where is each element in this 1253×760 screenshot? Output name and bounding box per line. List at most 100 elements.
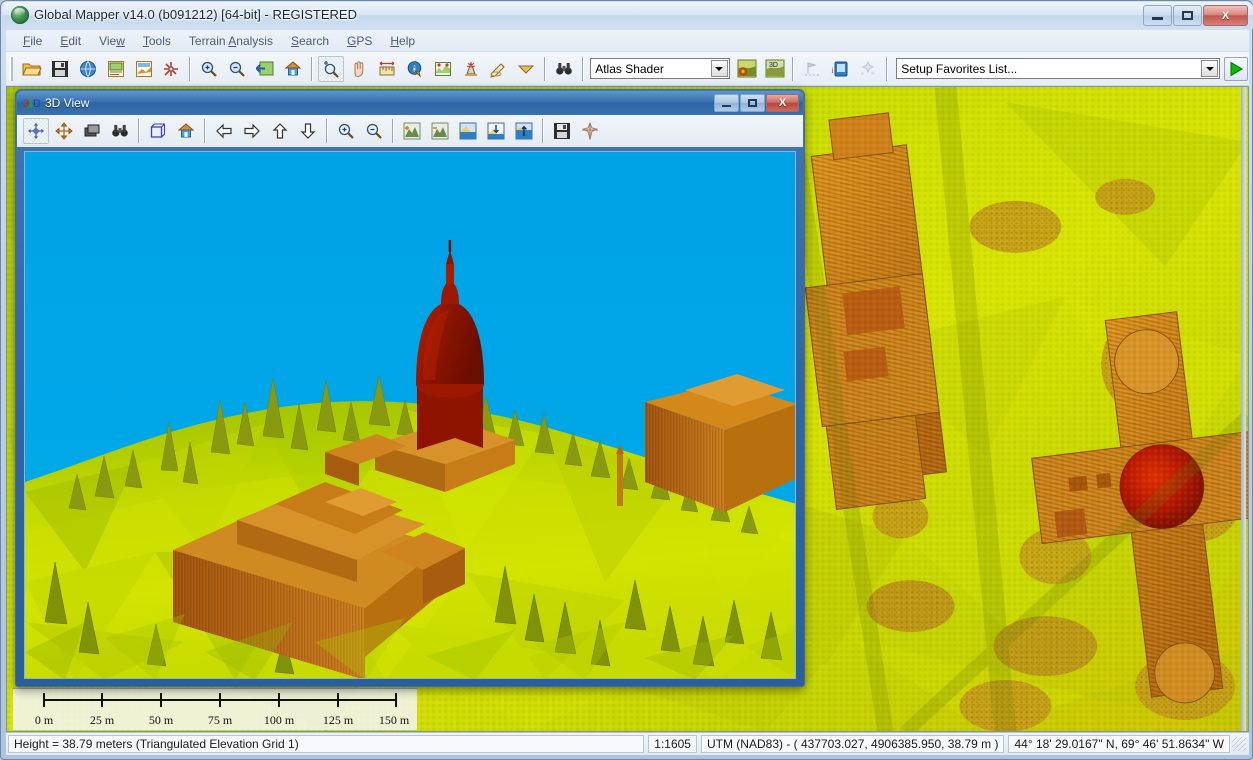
toolbar-separator xyxy=(544,57,546,81)
favorites-combo-value: Setup Favorites List... xyxy=(897,62,1017,76)
zoom-in-icon[interactable] xyxy=(333,118,359,144)
3d-view-toolbar xyxy=(17,115,803,147)
status-projection: UTM (NAD83) - ( 437703.027, 4906385.950,… xyxy=(701,735,1005,753)
shader-combo-value: Atlas Shader xyxy=(591,62,664,76)
close-button[interactable]: X xyxy=(1203,5,1248,26)
decrease-exaggeration-icon[interactable] xyxy=(427,118,453,144)
feature-info-icon[interactable] xyxy=(402,56,428,82)
save-workspace-icon[interactable] xyxy=(47,56,73,82)
menu-help[interactable]: Help xyxy=(381,32,424,50)
home-view-icon[interactable] xyxy=(173,118,199,144)
3d-view-icon[interactable]: 3D xyxy=(762,56,788,82)
menu-search[interactable]: Search xyxy=(282,32,338,50)
arrow-down-icon[interactable] xyxy=(295,118,321,144)
coverage-icon[interactable] xyxy=(513,56,539,82)
zoom-out-icon[interactable] xyxy=(361,118,387,144)
binoculars-icon[interactable] xyxy=(107,118,133,144)
zoom-in-icon[interactable] xyxy=(196,56,222,82)
toolbar-separator xyxy=(311,57,313,81)
menu-edit[interactable]: Edit xyxy=(51,32,90,50)
status-scale: 1:1605 xyxy=(648,735,697,753)
arrow-left-icon[interactable] xyxy=(211,118,237,144)
open-file-icon[interactable] xyxy=(19,56,45,82)
chevron-down-icon[interactable] xyxy=(711,60,728,77)
shader-combo[interactable]: Atlas Shader xyxy=(590,58,729,79)
3d-view-icon: 3 D xyxy=(23,95,40,111)
window-controls: X xyxy=(1143,5,1248,26)
fly-through-icon[interactable] xyxy=(577,118,603,144)
shader-options-icon[interactable] xyxy=(734,56,760,82)
scale-label-125: 125 m xyxy=(323,713,353,728)
raise-water-icon[interactable] xyxy=(511,118,537,144)
title-bar: Global Mapper v14.0 (b091212) [64-bit] -… xyxy=(2,2,1253,29)
resize-grip[interactable] xyxy=(1232,737,1246,751)
favorites-combo[interactable]: Setup Favorites List... xyxy=(896,58,1220,79)
map-scale-bar: 0 m 25 m 50 m 75 m 100 m 125 m 150 m xyxy=(13,688,417,730)
toolbar-separator xyxy=(542,119,544,143)
online-sources-icon[interactable] xyxy=(75,56,101,82)
3d-view-window: 3 D 3D View X xyxy=(15,89,805,687)
menu-view[interactable]: View xyxy=(90,32,134,50)
run-favorite-button[interactable] xyxy=(1224,57,1248,81)
arrow-right-icon[interactable] xyxy=(239,118,265,144)
menu-tools[interactable]: Tools xyxy=(134,32,180,50)
global-mapper-window: Global Mapper v14.0 (b091212) [64-bit] -… xyxy=(0,0,1253,760)
zoom-to-layer-icon[interactable] xyxy=(252,56,278,82)
pan-tool-icon[interactable] xyxy=(51,118,77,144)
bounding-box-icon[interactable] xyxy=(145,118,171,144)
toolbar-separator xyxy=(886,57,888,81)
lidar-icon[interactable]: i xyxy=(827,56,853,82)
3d-minimize-button[interactable] xyxy=(714,94,739,112)
toolbar-separator xyxy=(582,57,584,81)
maximize-button[interactable] xyxy=(1173,5,1202,26)
zoom-select-icon[interactable] xyxy=(318,56,344,82)
chevron-down-icon[interactable] xyxy=(1201,60,1218,77)
main-toolbar: Atlas Shader 3D i Setup Favori xyxy=(6,52,1249,85)
toolbar-separator xyxy=(189,57,191,81)
water-surface-icon[interactable] xyxy=(455,118,481,144)
toolbar-grip[interactable] xyxy=(9,57,16,81)
status-latlon: 44° 18' 29.0167" N, 69° 46' 51.8634" W xyxy=(1008,735,1230,753)
toolbar-separator xyxy=(326,119,328,143)
arrow-up-icon[interactable] xyxy=(267,118,293,144)
menu-terrain-analysis[interactable]: Terrain Analysis xyxy=(180,32,282,50)
scale-label-150: 150 m xyxy=(379,713,409,728)
digitizer-icon[interactable] xyxy=(485,56,511,82)
3d-view-title-bar: 3 D 3D View X xyxy=(17,91,803,115)
svg-text:3D: 3D xyxy=(769,62,778,69)
toolbar-separator xyxy=(392,119,394,143)
full-view-icon[interactable] xyxy=(280,56,306,82)
lower-water-icon[interactable] xyxy=(483,118,509,144)
rotate-tool-icon[interactable] xyxy=(23,118,49,144)
view-shed-icon[interactable] xyxy=(458,56,484,82)
control-center-icon[interactable] xyxy=(103,56,129,82)
menu-bar: File Edit View Tools Terrain Analysis Se… xyxy=(6,30,1249,51)
minimize-button[interactable] xyxy=(1143,5,1172,26)
layers-icon[interactable] xyxy=(79,118,105,144)
menu-gps[interactable]: GPS xyxy=(338,32,381,50)
vector-feature-icon[interactable] xyxy=(799,56,825,82)
point-cloud-icon[interactable] xyxy=(855,56,881,82)
window-title: Global Mapper v14.0 (b091212) [64-bit] -… xyxy=(34,6,357,24)
vertical-scrollbar[interactable] xyxy=(1241,87,1246,731)
configure-icon[interactable] xyxy=(159,56,185,82)
menu-file[interactable]: File xyxy=(14,32,51,50)
minimize-icon xyxy=(1152,17,1163,20)
3d-close-button[interactable]: X xyxy=(766,94,799,112)
path-profile-icon[interactable] xyxy=(430,56,456,82)
toolbar-separator xyxy=(792,57,794,81)
increase-exaggeration-icon[interactable] xyxy=(399,118,425,144)
3d-terrain-render xyxy=(25,152,796,679)
svg-text:3: 3 xyxy=(23,98,29,110)
zoom-out-icon[interactable] xyxy=(224,56,250,82)
measure-icon[interactable] xyxy=(374,56,400,82)
pan-hand-icon[interactable] xyxy=(346,56,372,82)
scale-label-100: 100 m xyxy=(264,713,294,728)
scale-label-50: 50 m xyxy=(149,713,173,728)
3d-viewport[interactable] xyxy=(24,151,796,679)
save-image-icon[interactable] xyxy=(549,118,575,144)
search-binoculars-icon[interactable] xyxy=(551,56,577,82)
toolbar-separator xyxy=(204,119,206,143)
3d-maximize-button[interactable] xyxy=(740,94,765,112)
overlay-control-icon[interactable] xyxy=(131,56,157,82)
